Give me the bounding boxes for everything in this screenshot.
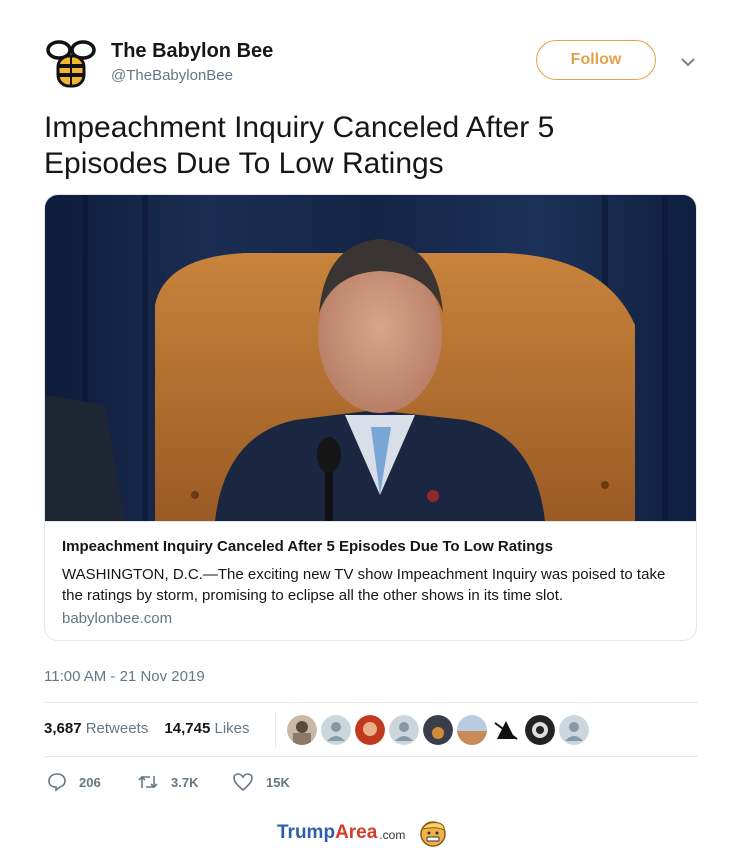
like-action[interactable]: 15K xyxy=(232,772,290,792)
reply-action[interactable]: 206 xyxy=(47,772,101,792)
avatar[interactable] xyxy=(355,715,385,745)
retweet-count: 3.7K xyxy=(171,774,199,790)
avatar[interactable] xyxy=(491,715,521,745)
follow-button[interactable]: Follow xyxy=(536,40,656,80)
avatar[interactable] xyxy=(287,715,317,745)
engagement-stats: 3,687 Retweets 14,745 Likes xyxy=(44,720,262,737)
avatar[interactable] xyxy=(389,715,419,745)
divider xyxy=(44,702,698,703)
link-card-domain: babylonbee.com xyxy=(62,610,173,627)
heart-icon xyxy=(233,773,253,792)
reply-icon xyxy=(48,773,66,792)
retweet-action[interactable]: 3.7K xyxy=(137,772,198,792)
avatar[interactable] xyxy=(559,715,589,745)
likes-count: 14,745 xyxy=(164,720,211,737)
author-name[interactable]: The Babylon Bee xyxy=(111,40,273,63)
divider xyxy=(44,756,698,757)
retweets-stat[interactable]: 3,687 Retweets xyxy=(44,720,148,737)
news-photo-image[interactable] xyxy=(45,195,697,521)
tweet-header: The Babylon Bee @TheBabylonBee Follow xyxy=(44,36,700,92)
reply-count: 206 xyxy=(79,774,101,790)
chevron-down-icon[interactable] xyxy=(680,54,696,70)
stats-separator xyxy=(275,712,276,748)
avatar[interactable] xyxy=(321,715,351,745)
link-card-title: Impeachment Inquiry Canceled After 5 Epi… xyxy=(62,538,553,555)
avatar[interactable] xyxy=(525,715,555,745)
tweet-text: Impeachment Inquiry Canceled After 5 Epi… xyxy=(44,111,555,180)
trumparea-watermark: Trump Area .com xyxy=(277,818,447,848)
trump-face-icon xyxy=(420,821,447,847)
link-card[interactable]: Impeachment Inquiry Canceled After 5 Epi… xyxy=(44,194,697,641)
link-card-body: Impeachment Inquiry Canceled After 5 Epi… xyxy=(45,521,696,640)
retweets-count: 3,687 xyxy=(44,720,82,737)
tweet-actions: 206 3.7K 15K xyxy=(44,772,344,796)
watermark-part2: Area xyxy=(335,822,378,843)
avatar[interactable] xyxy=(457,715,487,745)
link-card-description: WASHINGTON, D.C.—The exciting new TV sho… xyxy=(62,566,666,604)
retweets-label: Retweets xyxy=(85,720,149,737)
babylon-bee-logo-icon[interactable] xyxy=(44,36,98,90)
watermark-part3: .com xyxy=(379,828,406,842)
likes-stat[interactable]: 14,745 Likes xyxy=(164,720,249,737)
tweet-timestamp[interactable]: 11:00 AM - 21 Nov 2019 xyxy=(44,668,205,685)
watermark-part1: Trump xyxy=(277,822,336,843)
author-handle[interactable]: @TheBabylonBee xyxy=(111,67,233,84)
like-count: 15K xyxy=(266,774,290,790)
retweet-icon xyxy=(138,775,158,789)
avatar[interactable] xyxy=(423,715,453,745)
likes-label: Likes xyxy=(214,720,250,737)
